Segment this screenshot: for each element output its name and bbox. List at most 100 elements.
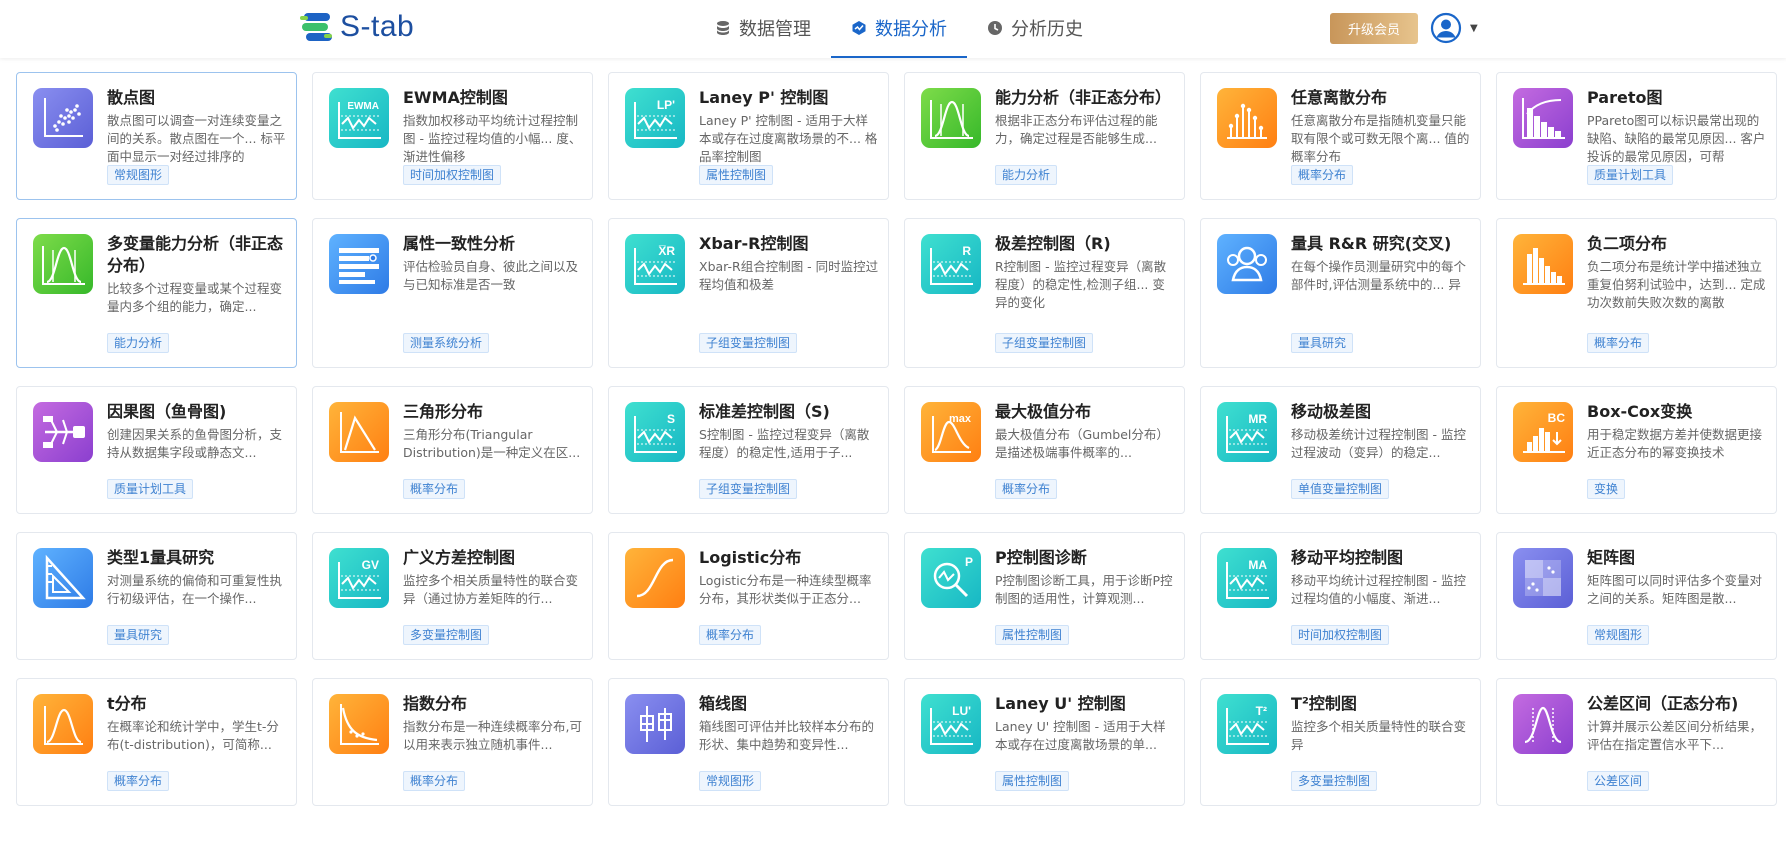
category-tag[interactable]: 概率分布: [1587, 333, 1650, 353]
analysis-card[interactable]: 属性一致性分析评估检验员自身、彼此之间以及与已知标准是否一致测量系统分析: [312, 218, 593, 368]
analysis-card[interactable]: P P控制图诊断 P控制图诊断工具，用于诊断P控制图的适用性，计算观测... 属性控制…: [904, 532, 1185, 660]
analysis-card[interactable]: R 极差控制图（R) R控制图 - 监控过程变异（离散程度）的稳定性,检测子组...…: [904, 218, 1185, 368]
analysis-card[interactable]: 因果图（鱼骨图) 创建因果关系的鱼骨图分析，支持从数据集字段或静态文... 质量计划…: [16, 386, 297, 514]
card-title: 能力分析（非正态分布）: [995, 88, 1172, 107]
analysis-card[interactable]: 箱线图箱线图可评估并比较样本分布的形状、集中趋势和变异性... 常规图形: [608, 678, 889, 806]
control-chart-icon: MA: [1217, 548, 1277, 608]
category-tag[interactable]: 子组变量控制图: [699, 479, 798, 499]
analysis-card[interactable]: GV 广义方差控制图 监控多个相关质量特性的联合变异（通过协方差矩阵的行... 多变量…: [312, 532, 593, 660]
card-description: 对测量系统的偏倚和可重复性执行初级评估，在一个操作...: [107, 573, 283, 606]
analysis-card-grid: 散点图 散点图可以调查一对连续变量之间的关系。散点图在一个... 标平面中显示一对…: [16, 72, 1777, 806]
logo-text: S-tab: [340, 10, 415, 43]
category-tag[interactable]: 属性控制图: [699, 165, 774, 185]
category-tag[interactable]: 多变量控制图: [1291, 771, 1378, 791]
category-tag[interactable]: 变换: [1587, 479, 1626, 499]
analysis-card[interactable]: MR 移动极差图 移动极差统计过程控制图 - 监控过程波动（变异）的稳定... 单值变…: [1200, 386, 1481, 514]
category-tag[interactable]: 常规图形: [699, 771, 762, 791]
s-tab-logo-icon: [300, 13, 332, 41]
analysis-card[interactable]: t分布 在概率论和统计学中，学生t-分布(t-distribution)，可简称.…: [16, 678, 297, 806]
category-tag[interactable]: 多变量控制图: [403, 625, 490, 645]
card-description: 箱线图可评估并比较样本分布的形状、集中趋势和变异性...: [699, 719, 875, 752]
category-tag[interactable]: 概率分布: [107, 771, 170, 791]
triangle-distribution-icon: [329, 402, 389, 462]
card-title: 属性一致性分析: [403, 234, 516, 253]
category-tag[interactable]: 常规图形: [1587, 625, 1650, 645]
category-tag[interactable]: 量具研究: [1291, 333, 1354, 353]
card-body: 标准差控制图（S) S控制图 - 监控过程变异（离散程度）的稳定性,适用于子...: [699, 401, 879, 462]
category-tag[interactable]: 属性控制图: [995, 625, 1070, 645]
analysis-card[interactable]: LU' Laney U' 控制图 Laney U' 控制图 - 适用于大样本或存在过…: [904, 678, 1185, 806]
analysis-card[interactable]: MA 移动平均控制图 移动平均统计过程控制图 - 监控过程均值的小幅度、渐进... 时…: [1200, 532, 1481, 660]
card-body: 极差控制图（R) R控制图 - 监控过程变异（离散程度）的稳定性,检测子组... …: [995, 233, 1175, 312]
app-logo[interactable]: S-tab: [300, 10, 414, 44]
card-description: 移动极差统计过程控制图 - 监控过程波动（变异）的稳定...: [1291, 427, 1466, 460]
card-body: 类型1量具研究 对测量系统的偏倚和可重复性执行初级评估，在一个操作...: [107, 547, 287, 608]
category-tag[interactable]: 概率分布: [1291, 165, 1354, 185]
nav-label: 数据管理: [739, 19, 811, 40]
analysis-card[interactable]: 公差区间（正态分布) 计算并展示公差区间分析结果，评估在指定置信水平下... 公差区…: [1496, 678, 1777, 806]
analysis-card[interactable]: 能力分析（非正态分布） 根据非正态分布评估过程的能力，确定过程是否能够生成... 能…: [904, 72, 1185, 200]
category-tag[interactable]: 能力分析: [995, 165, 1058, 185]
analysis-card[interactable]: EWMA EWMA控制图 指数加权移动平均统计过程控制图 - 监控过程均值的小幅..…: [312, 72, 593, 200]
category-tag[interactable]: 量具研究: [107, 625, 170, 645]
analysis-card[interactable]: 三角形分布 三角形分布(Triangular Distribution)是一种定义…: [312, 386, 593, 514]
card-description: 根据非正态分布评估过程的能力，确定过程是否能够生成...: [995, 113, 1158, 146]
analysis-card[interactable]: 矩阵图 矩阵图可以同时评估多个变量对之间的关系。矩阵图是散... 常规图形: [1496, 532, 1777, 660]
analysis-card[interactable]: 类型1量具研究 对测量系统的偏倚和可重复性执行初级评估，在一个操作... 量具研究: [16, 532, 297, 660]
category-tag[interactable]: 单值变量控制图: [1291, 479, 1390, 499]
category-tag[interactable]: 子组变量控制图: [699, 333, 798, 353]
user-avatar-icon: [1430, 12, 1462, 44]
analysis-card[interactable]: LP' Laney P' 控制图 Laney P' 控制图 - 适用于大样本或存在过…: [608, 72, 889, 200]
card-title: 广义方差控制图: [403, 548, 516, 567]
analysis-card[interactable]: Logistic分布 Logistic分布是一种连续型概率分布，其形状类似于正态分…: [608, 532, 889, 660]
analysis-card[interactable]: Pareto图 PPareto图可以标识最常出现的缺陷、缺陷的最常见原因... 客…: [1496, 72, 1777, 200]
card-body: 广义方差控制图 监控多个相关质量特性的联合变异（通过协方差矩阵的行...: [403, 547, 583, 608]
category-tag[interactable]: 概率分布: [403, 479, 466, 499]
analysis-card[interactable]: 任意离散分布 任意离散分布是指随机变量只能取有限个或可数无限个离... 值的概率分…: [1200, 72, 1481, 200]
card-title: Box-Cox变换: [1587, 402, 1693, 421]
card-title: 因果图（鱼骨图): [107, 402, 227, 421]
category-tag[interactable]: 能力分析: [107, 333, 170, 353]
category-tag[interactable]: 时间加权控制图: [403, 165, 502, 185]
analysis-card[interactable]: 负二项分布 负二项分布是统计学中描述独立重复伯努利试验中，达到... 定成功次数前…: [1496, 218, 1777, 368]
nav-data-analysis[interactable]: 数据分析: [831, 0, 967, 58]
card-description: 移动平均统计过程控制图 - 监控过程均值的小幅度、渐进...: [1291, 573, 1466, 606]
category-tag[interactable]: 质量计划工具: [1587, 165, 1674, 185]
category-tag[interactable]: 公差区间: [1587, 771, 1650, 791]
analysis-card[interactable]: 指数分布 指数分布是一种连续概率分布,可以用来表示独立随机事件... 概率分布: [312, 678, 593, 806]
category-tag[interactable]: 概率分布: [699, 625, 762, 645]
category-tag[interactable]: 质量计划工具: [107, 479, 194, 499]
analysis-card[interactable]: S 标准差控制图（S) S控制图 - 监控过程变异（离散程度）的稳定性,适用于子..…: [608, 386, 889, 514]
card-title: Logistic分布: [699, 548, 802, 567]
analysis-card[interactable]: 多变量能力分析（非正态分布） 比较多个过程变量或某个过程变量内多个组的能力，确定.…: [16, 218, 297, 368]
card-description: 最大极值分布（Gumbel分布）是描述极端事件概率的...: [995, 427, 1169, 460]
card-title: t分布: [107, 694, 147, 713]
analysis-card[interactable]: max 最大极值分布 最大极值分布（Gumbel分布）是描述极端事件概率的... 概率…: [904, 386, 1185, 514]
nav-analysis-history[interactable]: 分析历史: [967, 0, 1103, 58]
histogram-icon: [1513, 234, 1573, 294]
card-title: Laney U' 控制图: [995, 694, 1126, 713]
nav-data-management[interactable]: 数据管理: [695, 0, 831, 58]
category-tag[interactable]: 概率分布: [995, 479, 1058, 499]
card-title: 最大极值分布: [995, 402, 1092, 421]
category-tag[interactable]: 常规图形: [107, 165, 170, 185]
analysis-card[interactable]: BC Box-Cox变换 用于稳定数据方差并使数据更接近正态分布的幂变换技术 变换: [1496, 386, 1777, 514]
category-tag[interactable]: 子组变量控制图: [995, 333, 1094, 353]
category-tag[interactable]: 时间加权控制图: [1291, 625, 1390, 645]
analysis-card[interactable]: 量具 R&R 研究(交叉) 在每个操作员测量研究中的每个部件时,评估测量系统中的.…: [1200, 218, 1481, 368]
card-description: Laney P' 控制图 - 适用于大样本或存在过度离散场景的不... 格品率控…: [699, 113, 878, 164]
upgrade-membership-button[interactable]: 升级会员: [1330, 13, 1418, 44]
card-description: 评估检验员自身、彼此之间以及与已知标准是否一致: [403, 259, 579, 292]
category-tag[interactable]: 概率分布: [403, 771, 466, 791]
card-title: 箱线图: [699, 694, 748, 713]
user-menu[interactable]: ▼: [1430, 12, 1478, 44]
analysis-card[interactable]: T² T²控制图 监控多个相关质量特性的联合变异 多变量控制图: [1200, 678, 1481, 806]
card-description: 散点图可以调查一对连续变量之间的关系。散点图在一个... 标平面中显示一对经过排…: [107, 113, 286, 164]
svg-text:LU': LU': [952, 704, 971, 718]
card-title: 极差控制图（R): [995, 234, 1111, 253]
ruler-icon: [33, 548, 93, 608]
analysis-card[interactable]: 散点图 散点图可以调查一对连续变量之间的关系。散点图在一个... 标平面中显示一对…: [16, 72, 297, 200]
category-tag[interactable]: 属性控制图: [995, 771, 1070, 791]
analysis-card[interactable]: X̅R Xbar-R控制图 Xbar-R组合控制图 - 同时监控过程均值和极差 子组变…: [608, 218, 889, 368]
category-tag[interactable]: 测量系统分析: [403, 333, 490, 353]
